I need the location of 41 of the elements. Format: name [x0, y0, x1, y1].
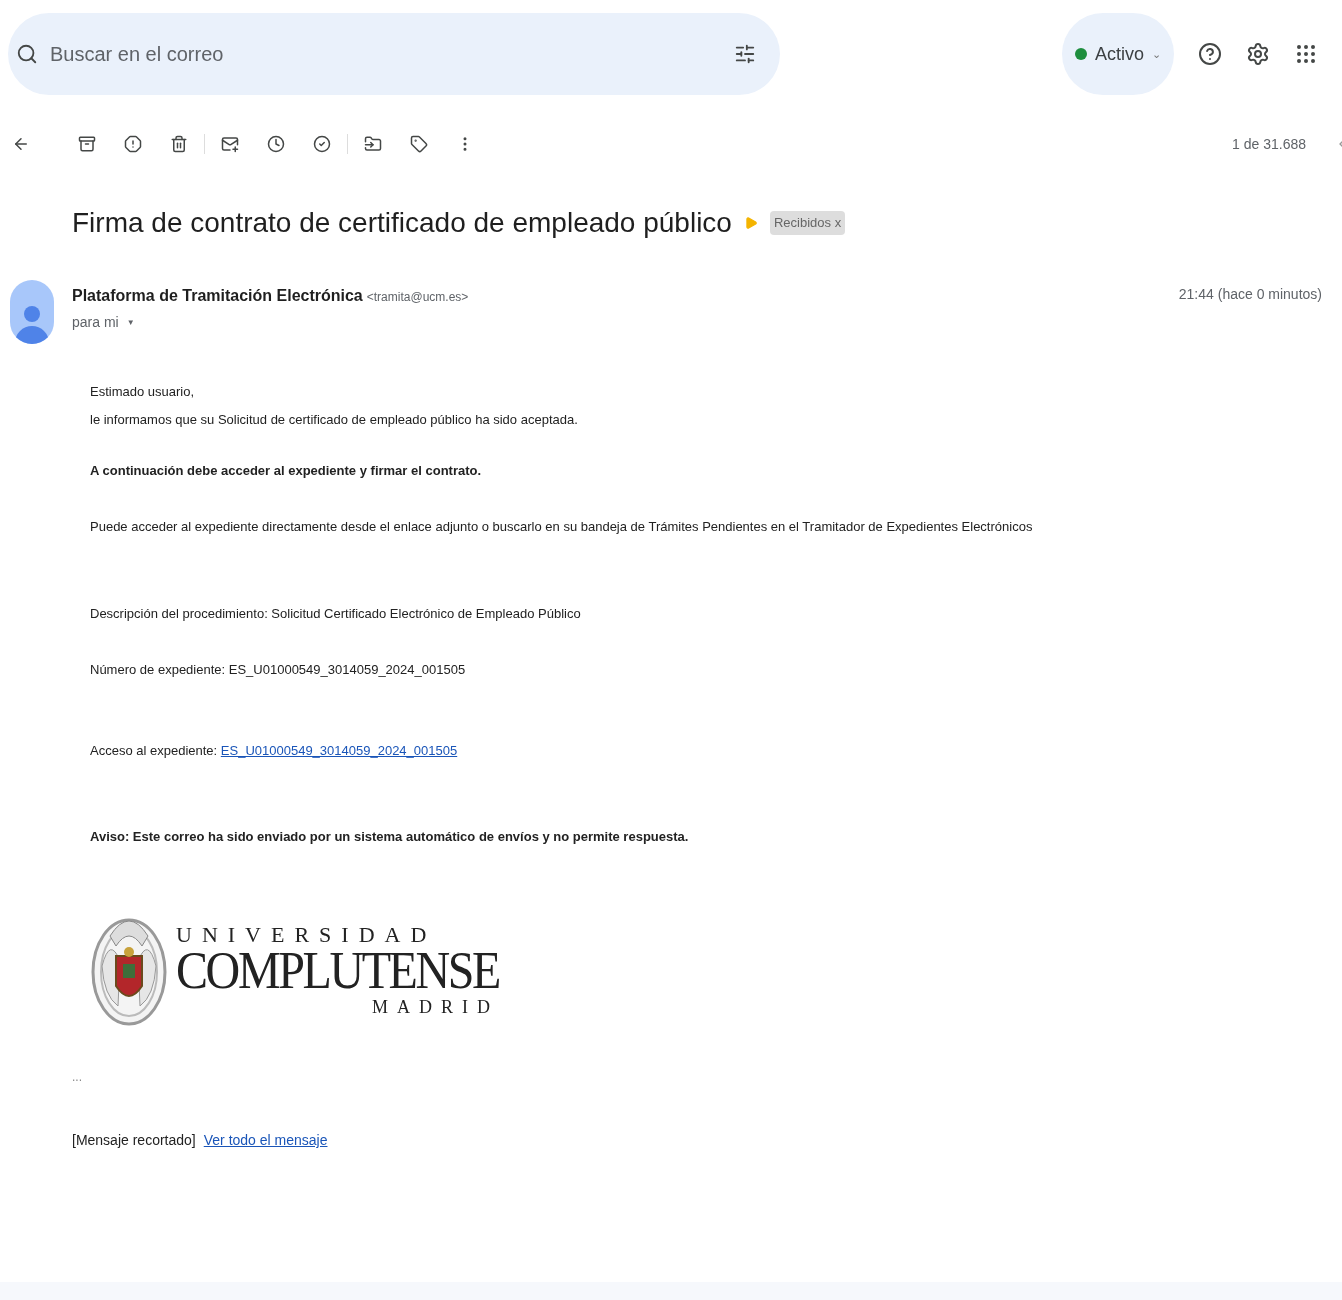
paragraph: A continuación debe acceder al expediente y firmar el contrato.: [90, 462, 483, 480]
settings-icon[interactable]: [1246, 42, 1270, 66]
recipient-dropdown[interactable]: para mi ▼: [72, 312, 469, 333]
mail-icon[interactable]: [221, 135, 239, 153]
logo-text: COMPLUTENSE: [176, 943, 499, 997]
paragraph: Descripción del procedimiento: Solicitud Certificado Electrónico de Empleado Público: [90, 605, 582, 623]
help-icon[interactable]: [1198, 42, 1222, 66]
paragraph: Número de expediente: ES_U01000549_3014059_2024_001505: [90, 660, 467, 679]
label-chip[interactable]: Recibidos x: [769, 211, 846, 235]
paragraph: Estimado usuario,: [90, 383, 196, 401]
back-icon[interactable]: [12, 135, 30, 153]
add-task-icon[interactable]: [313, 135, 331, 153]
search-bar[interactable]: Buscar en el correo: [8, 13, 780, 95]
sender-email: <tramita@ucm.es>: [366, 289, 469, 306]
importance-marker-icon[interactable]: [743, 216, 758, 230]
search-icon[interactable]: [16, 43, 38, 65]
archive-icon[interactable]: [78, 135, 96, 153]
label-icon[interactable]: [410, 135, 428, 153]
pagination-text: 1 de 31.688: [1232, 134, 1306, 154]
delete-icon[interactable]: [170, 135, 188, 153]
email-subject: Firma de contrato de certificado de empleado público: [72, 206, 732, 240]
view-full-message-link[interactable]: Ver todo el mensaje: [203, 1130, 328, 1151]
trimmed-notice: [Mensaje recortado]: [72, 1131, 196, 1150]
search-field[interactable]: Buscar en el correo: [50, 39, 734, 69]
move-icon[interactable]: [364, 135, 382, 153]
filter-icon[interactable]: [734, 43, 756, 65]
paragraph: Puede acceder al expediente directamente desde el enlace adjunto o buscarlo en su bandeja de Trámites Pendientes en el Tramitador de Expedientes Electrónicos: [90, 517, 1034, 536]
apps-icon[interactable]: [1294, 42, 1318, 66]
file-link[interactable]: ES_U01000549_3014059_2024_001505: [220, 743, 458, 758]
paragraph: Aviso: Este correo ha sido enviado por un sistema automático de envíos y no permite respuesta.: [90, 827, 690, 846]
logo-text: MADRID: [371, 998, 499, 1016]
paragraph: Acceso al expediente: ES_U01000549_3014059_2024_001505: [90, 742, 459, 760]
status-button[interactable]: Activo ⌄: [1062, 13, 1174, 95]
clock-icon[interactable]: [267, 135, 285, 153]
report-spam-icon[interactable]: [124, 135, 142, 153]
email-time: 21:44 (hace 0 minutos): [1178, 285, 1322, 304]
ellipsis-text: ...: [71, 1069, 83, 1086]
paragraph: le informamos que su Solicitud de certificado de empleado público ha sido aceptada.: [90, 410, 579, 429]
sender-name: Plataforma de Tramitación Electrónica: [72, 286, 363, 306]
avatar-icon: [10, 280, 54, 344]
logo-text: UNIVERSIDAD: [176, 924, 438, 946]
